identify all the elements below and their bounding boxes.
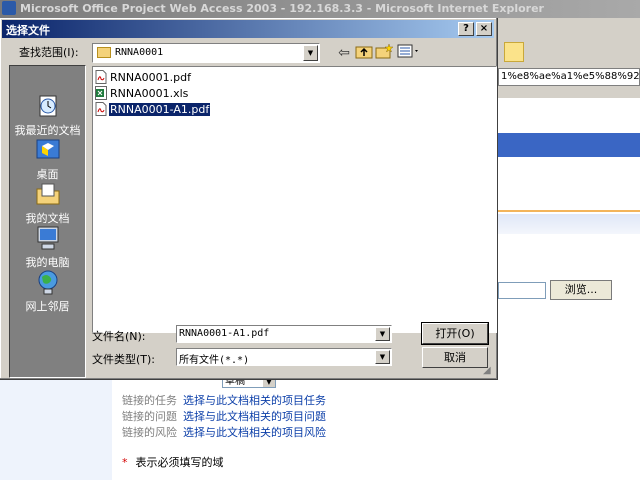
- network-places-icon: [34, 268, 62, 296]
- my-computer-icon: [34, 224, 62, 252]
- page-header-band: [498, 133, 640, 157]
- place-network[interactable]: 网上邻居: [10, 268, 85, 314]
- ie-window-title: Microsoft Office Project Web Access 2003…: [20, 2, 544, 15]
- look-in-value: RNNA0001: [115, 47, 164, 58]
- required-note-text: 表示必须填写的域: [135, 456, 224, 469]
- left-panel: [0, 378, 112, 480]
- chevron-down-icon[interactable]: ▼: [375, 327, 390, 341]
- places-bar: 我最近的文档 桌面 我的文档 我的电脑 网上邻居: [9, 65, 86, 378]
- linked-tasks-row: 链接的任务 选择与此文档相关的项目任务: [122, 392, 326, 408]
- file-open-dialog: 选择文件 ? × 查找范围(I): RNNA0001 ▼ ⇦ 我最近的文档 桌面: [0, 18, 498, 380]
- file-name: RNNA0001.pdf: [110, 71, 191, 84]
- place-recent[interactable]: 我最近的文档: [10, 92, 85, 138]
- back-arrow-icon[interactable]: ⇦: [334, 43, 354, 63]
- cancel-button[interactable]: 取消: [422, 347, 488, 368]
- resize-grip-icon[interactable]: ◢: [483, 365, 495, 377]
- browse-button[interactable]: 浏览...: [550, 280, 612, 300]
- file-name-label: 文件名(N):: [92, 330, 146, 343]
- file-type-value: 所有文件(*.*): [179, 355, 250, 366]
- place-my-computer[interactable]: 我的电脑: [10, 224, 85, 270]
- view-menu-icon[interactable]: [396, 43, 422, 63]
- linked-risks-label: 链接的风险: [122, 426, 177, 439]
- linked-issues-row: 链接的问题 选择与此文档相关的项目问题: [122, 408, 326, 424]
- internet-explorer-icon: [2, 1, 16, 15]
- divider: [498, 210, 640, 212]
- linked-risks-row: 链接的风险 选择与此文档相关的项目风险: [122, 424, 326, 440]
- place-network-label: 网上邻居: [25, 300, 70, 313]
- file-list[interactable]: RNNA0001.pdf RNNA0001.xls RNNA0001-A1.pd…: [92, 66, 497, 333]
- linked-risks-link[interactable]: 选择与此文档相关的项目风险: [183, 426, 326, 439]
- file-path-input[interactable]: [498, 282, 546, 299]
- excel-file-icon: [95, 86, 107, 100]
- file-name-value: RNNA0001-A1.pdf: [179, 328, 270, 339]
- ie-title-bar: Microsoft Office Project Web Access 2003…: [0, 0, 640, 18]
- linked-tasks-label: 链接的任务: [122, 394, 177, 407]
- open-button[interactable]: 打开(O): [421, 322, 489, 345]
- linked-tasks-link[interactable]: 选择与此文档相关的项目任务: [183, 394, 326, 407]
- new-folder-icon[interactable]: [374, 43, 394, 63]
- section-band: [498, 214, 640, 234]
- close-button[interactable]: ×: [476, 22, 492, 36]
- dialog-title-bar[interactable]: 选择文件 ? ×: [2, 20, 494, 38]
- help-button[interactable]: ?: [458, 22, 474, 36]
- look-in-label: 查找范围(I):: [19, 46, 79, 59]
- place-my-documents[interactable]: 我的文档: [10, 180, 85, 226]
- required-star: *: [122, 456, 128, 469]
- file-name-field[interactable]: RNNA0001-A1.pdf ▼: [176, 325, 392, 343]
- dialog-title: 选择文件: [6, 24, 50, 37]
- file-name: RNNA0001.xls: [110, 87, 189, 100]
- up-folder-icon[interactable]: [354, 43, 374, 63]
- pdf-file-icon: [95, 102, 107, 116]
- file-type-label: 文件类型(T):: [92, 353, 156, 366]
- file-type-dropdown[interactable]: 所有文件(*.*) ▼: [176, 348, 392, 366]
- file-name: RNNA0001-A1.pdf: [109, 103, 211, 116]
- my-documents-icon: [34, 180, 62, 208]
- chevron-down-icon[interactable]: ▼: [375, 350, 390, 364]
- note-icon[interactable]: [504, 42, 524, 62]
- pdf-file-icon: [95, 70, 107, 84]
- linked-issues-label: 链接的问题: [122, 410, 177, 423]
- linked-issues-link[interactable]: 选择与此文档相关的项目问题: [183, 410, 326, 423]
- look-in-dropdown[interactable]: RNNA0001 ▼: [92, 43, 320, 63]
- required-note: * 表示必须填写的域: [122, 454, 224, 470]
- place-desktop[interactable]: 桌面: [10, 136, 85, 182]
- desktop-icon: [34, 136, 62, 164]
- folder-icon: [97, 47, 111, 58]
- chevron-down-icon[interactable]: ▼: [303, 45, 318, 61]
- address-bar[interactable]: 1%e8%ae%a1%e5%88%92%e: [498, 68, 640, 86]
- recent-documents-icon: [34, 92, 62, 120]
